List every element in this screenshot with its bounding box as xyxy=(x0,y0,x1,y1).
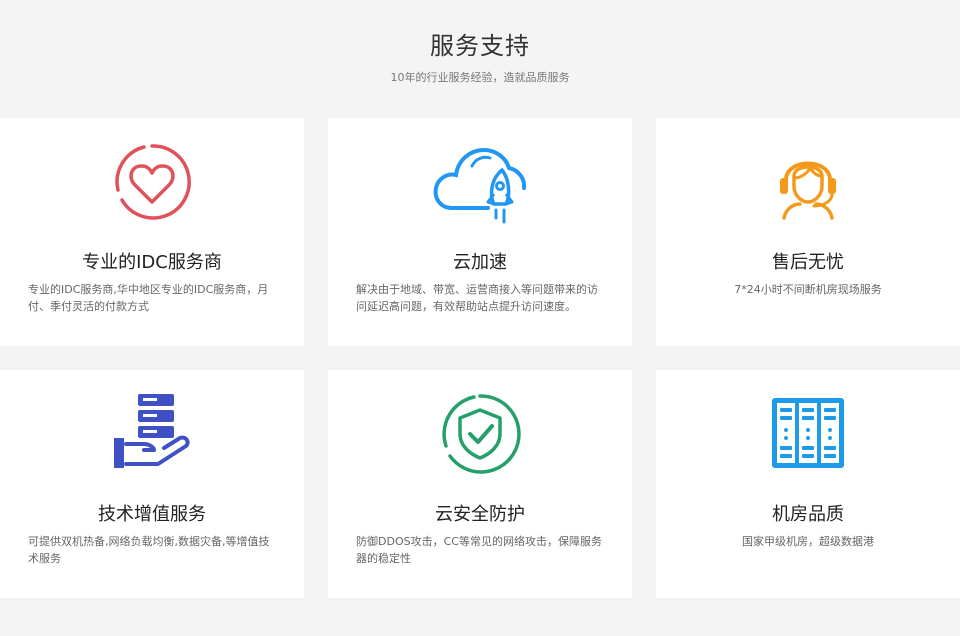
server-rack-icon xyxy=(766,392,850,476)
hand-server-icon xyxy=(110,392,194,476)
card-description: 解决由于地域、带宽、运营商接入等问题带来的访问延迟高问题，有效帮助站点提升访问速… xyxy=(356,283,598,313)
card-title: 云加速 xyxy=(453,252,507,273)
service-card-idc[interactable]: 专业的IDC服务商 专业的IDC服务商,华中地区专业的IDC服务商，月付、季付灵… xyxy=(0,118,304,346)
shield-check-icon xyxy=(438,392,522,476)
service-card-cloud-security[interactable]: 云安全防护 防御DDOS攻击，CC等常见的网络攻击，保障服务器的稳定性 xyxy=(328,370,632,598)
heart-circle-icon xyxy=(110,140,194,224)
card-title: 技术增值服务 xyxy=(98,504,206,525)
service-card-after-sales[interactable]: 售后无忧 7*24小时不间断机房现场服务 xyxy=(656,118,960,346)
section-title: 服务支持 xyxy=(430,32,530,60)
card-title: 机房品质 xyxy=(772,504,844,525)
card-description: 7*24小时不间断机房现场服务 xyxy=(734,283,882,296)
service-card-cloud-acceleration[interactable]: 云加速 解决由于地域、带宽、运营商接入等问题带来的访问延迟高问题，有效帮助站点提… xyxy=(328,118,632,346)
service-card-datacenter-quality[interactable]: 机房品质 国家甲级机房，超级数据港 xyxy=(656,370,960,598)
section-subtitle: 10年的行业服务经验，造就品质服务 xyxy=(390,71,570,84)
card-description: 防御DDOS攻击，CC等常见的网络攻击，保障服务器的稳定性 xyxy=(356,535,602,565)
card-description: 专业的IDC服务商,华中地区专业的IDC服务商，月付、季付灵活的付款方式 xyxy=(28,283,269,313)
service-card-value-added[interactable]: 技术增值服务 可提供双机热备,网络负载均衡,数据灾备,等增值技术服务 xyxy=(0,370,304,598)
card-description: 可提供双机热备,网络负载均衡,数据灾备,等增值技术服务 xyxy=(28,535,270,565)
headset-support-icon xyxy=(766,140,850,224)
card-title: 专业的IDC服务商 xyxy=(82,252,222,273)
card-title: 云安全防护 xyxy=(435,504,525,525)
cloud-rocket-icon xyxy=(432,140,528,224)
card-description: 国家甲级机房，超级数据港 xyxy=(742,535,874,548)
card-title: 售后无忧 xyxy=(772,252,844,273)
